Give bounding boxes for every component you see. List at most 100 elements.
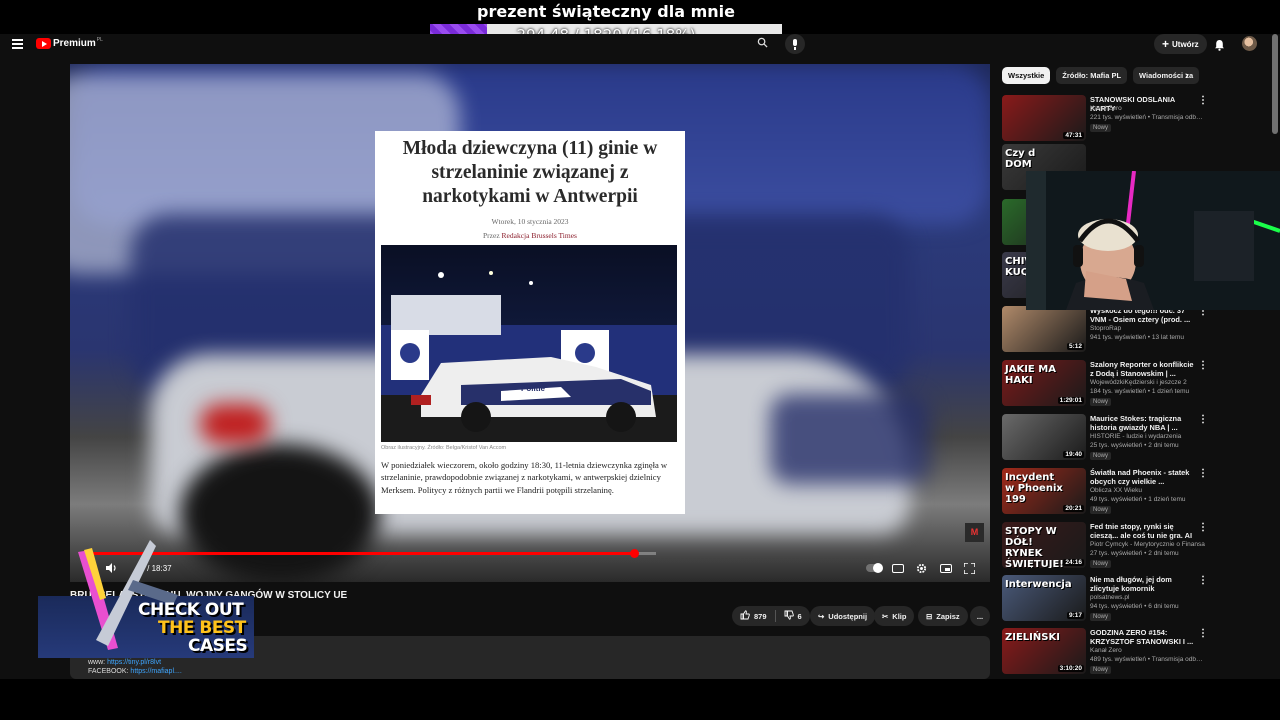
bookmark-icon: ⊟ [926,611,933,621]
video-duration: 3:10:20 [1057,665,1084,672]
new-badge: Nowy [1090,124,1112,132]
video-player[interactable]: Młoda dziewczyna (11) ginie w strzelanin… [70,64,990,582]
thumbnail-text: JAKIE MA HAKI [1005,364,1056,386]
play-logo-icon [36,38,51,49]
video-meta: 27 tys. wyświetleń • 2 dni temu [1090,550,1179,557]
recommendation-item[interactable]: 47:31 STANOWSKI ODSLANIA KARTY Kanał Zero 2… [1002,95,1272,145]
video-meta: 221 tys. wyświetleń • Transmisja odbyła … [1090,114,1205,121]
thumbnail-text: ZIELIŃSKI [1005,632,1060,643]
dislike-count[interactable]: 6 [798,612,802,621]
fullscreen-icon[interactable] [964,561,975,575]
video-thumbnail[interactable]: JAKIE MA HAKI 1:29:01 [1002,360,1086,406]
recommendation-item[interactable]: Incydent w Phoenix 199 20:21 Światła nad P… [1002,468,1272,518]
video-thumbnail[interactable]: 19:40 [1002,414,1086,460]
voice-search-mic-icon[interactable] [785,34,805,54]
video-duration: 24:16 [1063,559,1084,566]
share-button[interactable]: ↪ Udostępnij [810,606,876,626]
recommendation-title: Fed tnie stopy, rynki się cieszą... ale … [1090,522,1193,540]
bell-icon[interactable] [1214,38,1225,51]
recommendation-item[interactable]: ZIELIŃSKI 3:10:20 GODZINA ZERO #154: KRZYS… [1002,628,1272,678]
recommendation-item[interactable]: STOPY W DÓŁ! RYNEK ŚWIĘTUJE! 24:16 Fed tni… [1002,522,1272,572]
channel-name: HISTORIE - ludzie i wydarzenia [1090,433,1182,440]
more-actions-button[interactable]: ... [970,606,990,626]
channel-name: Kanał Zero [1090,105,1122,112]
kebab-menu-icon[interactable]: ⋮ [1198,628,1208,639]
video-thumbnail[interactable]: 47:31 [1002,95,1086,141]
brand-label: Premium [53,38,96,49]
video-thumbnail[interactable]: Incydent w Phoenix 199 20:21 [1002,468,1086,514]
channel-name: polsatnews.pl [1090,594,1130,601]
settings-gear-icon[interactable] [916,561,927,575]
recommendation-title: Szalony Reporter o konflikcie z Dodą i S… [1090,360,1194,378]
recommendation-title: Maurice Stokes: tragiczna historia gwiaz… [1090,414,1182,432]
video-thumbnail[interactable]: Interwencja 9:17 [1002,575,1086,621]
share-label: Udostępnij [828,611,868,621]
desc-www-link[interactable]: https://tiny.pl/r8lvt [107,659,161,666]
video-thumbnail[interactable]: ZIELIŃSKI 3:10:20 [1002,628,1086,674]
article-title: Młoda dziewczyna (11) ginie w strzelanin… [402,138,658,207]
avatar[interactable] [1242,36,1257,51]
chevron-right-icon[interactable]: › [1185,70,1189,82]
filter-chip[interactable]: Wiadomości za [1133,67,1200,84]
video-meta: 941 tys. wyświetleń • 13 lat temu [1090,334,1185,341]
article-date: Wtorek, 10 stycznia 2023 [491,217,569,226]
scissors-icon: ✂ [882,611,889,621]
search-icon[interactable] [757,37,768,51]
kebab-menu-icon[interactable]: ⋮ [1198,468,1208,479]
video-duration: 1:29:01 [1057,397,1084,404]
recommendation-title: GODZINA ZERO #154: KRZYSZTOF STANOWSKI I… [1090,628,1194,646]
promo-line3: CASES [188,636,248,656]
case-promo-overlay: CHECK OUT THE BEST CASES [38,540,254,660]
byline-author: Redakcja Brussels Times [501,231,577,240]
dislike-icon[interactable] [784,610,794,622]
car-politie-text: Politie [521,384,546,393]
video-duration: 9:17 [1066,612,1084,619]
video-meta: 184 tys. wyświetleń • 1 dzień temu [1090,388,1190,395]
create-button[interactable]: + Utwórz [1154,34,1207,54]
create-label: Utwórz [1172,39,1199,49]
recommendation-item[interactable]: JAKIE MA HAKI 1:29:01 Szalony Reporter o k… [1002,360,1272,410]
filter-chip[interactable]: Wszystkie [1002,67,1051,84]
seek-bar-handle[interactable] [630,549,640,558]
save-label: Zapisz [936,611,960,621]
save-button[interactable]: ⊟ Zapisz [918,606,968,626]
news-article-card: Młoda dziewczyna (11) ginie w strzelanin… [375,131,685,514]
clip-label: Klip [892,611,907,621]
brand-region: PL [96,36,103,43]
recommendation-item[interactable]: 19:40 Maurice Stokes: tragiczna historia … [1002,414,1272,464]
video-duration: 5:12 [1066,343,1084,350]
new-badge: Nowy [1090,452,1112,460]
share-icon: ↪ [818,611,825,621]
kebab-menu-icon[interactable]: ⋮ [1198,95,1208,106]
promo-line2: THE BEST [158,618,246,638]
clip-button[interactable]: ✂ Klip [874,606,915,626]
filter-chip[interactable]: Źródło: Mafia PL [1056,67,1128,84]
miniplayer-icon[interactable] [940,561,952,575]
recommendation-item[interactable]: Interwencja 9:17 Nie ma długów, jej dom zl… [1002,575,1272,625]
like-icon[interactable] [740,610,750,622]
menu-icon[interactable] [12,39,23,49]
autoplay-toggle[interactable] [866,561,883,575]
subtitles-icon[interactable] [892,561,904,575]
kebab-menu-icon[interactable]: ⋮ [1198,360,1208,371]
byline-prefix: Przez [483,231,500,240]
desc-www-label: www: [88,659,106,666]
youtube-logo[interactable]: Premium PL [36,36,103,49]
desc-facebook-link[interactable]: https://mafiapl.... [130,668,181,675]
video-meta: 25 tys. wyświetleń • 2 dni temu [1090,442,1179,449]
recommendation-title: Światła nad Phoenix - statek obcych czy … [1090,468,1190,486]
video-meta: 49 tys. wyświetleń • 1 dzień temu [1090,496,1186,503]
kebab-menu-icon[interactable]: ⋮ [1198,575,1208,586]
kebab-menu-icon[interactable]: ⋮ [1198,414,1208,425]
streamer-webcam [1026,171,1280,310]
video-duration: 47:31 [1063,132,1084,139]
video-thumbnail[interactable]: 5:12 [1002,306,1086,352]
video-thumbnail[interactable]: STOPY W DÓŁ! RYNEK ŚWIĘTUJE! 24:16 [1002,522,1086,568]
sidebar-scrollbar[interactable] [1272,34,1278,134]
video-meta: 94 tys. wyświetleń • 6 dni temu [1090,603,1179,610]
like-count[interactable]: 879 [754,612,767,621]
promo-line1: CHECK OUT [138,600,244,620]
kebab-menu-icon[interactable]: ⋮ [1198,522,1208,533]
video-meta: 489 tys. wyświetleń • Transmisja odbyła … [1090,656,1205,663]
recommendation-item[interactable]: 5:12 Wyskocz do tego!!! odc. 37 VNM - Osi… [1002,306,1272,356]
